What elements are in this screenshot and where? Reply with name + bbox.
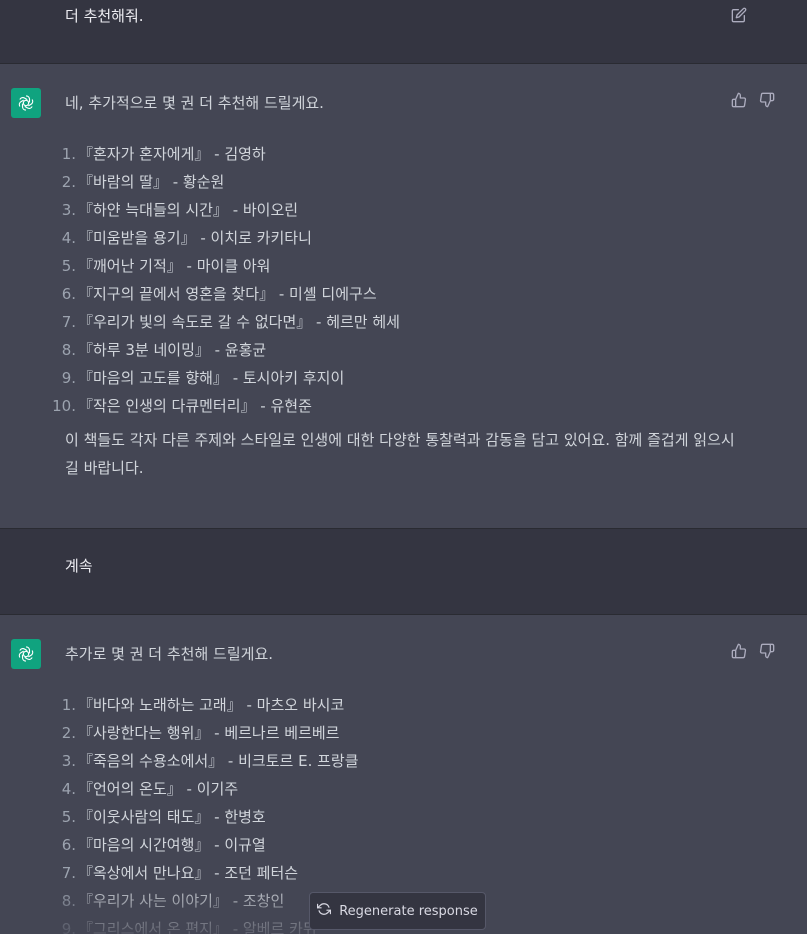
list-item: 2. 『바람의 딸』 - 황순원	[61, 173, 225, 191]
regenerate-label: Regenerate response	[339, 903, 478, 919]
user-message: 계속	[0, 528, 807, 615]
list-item: 6. 『지구의 끝에서 영혼을 찾다』 - 미셸 디에구스	[61, 285, 377, 303]
list-item: 10. 『작은 인생의 다큐멘터리』 - 유현준	[52, 397, 312, 415]
user-message: 더 추천해줘.	[0, 0, 807, 64]
assistant-intro-text: 추가로 몇 권 더 추천해 드릴게요.	[65, 645, 274, 663]
thumbs-up-icon[interactable]	[731, 643, 747, 659]
book-list: 1. 『혼자가 혼자에게』 - 김영하 2. 『바람의 딸』 - 황순원 3. 『하얀…	[52, 140, 400, 420]
assistant-message: 추가로 몇 권 더 추천해 드릴게요. 1. 『바다와 노래하는 고래』 - 마츠…	[0, 615, 807, 934]
list-item: 4. 『미움받을 용기』 - 이치로 카키타니	[61, 229, 312, 247]
list-item: 2. 『사랑한다는 행위』 - 베르나르 베르베르	[61, 724, 340, 742]
thumbs-down-icon[interactable]	[759, 643, 775, 659]
chat-thread: 더 추천해줘. 네, 추가적으로 몇 권 더 추천해 드릴게요. 1. 『혼자가…	[0, 0, 807, 934]
edit-icon[interactable]	[731, 7, 747, 23]
assistant-intro-text: 네, 추가적으로 몇 권 더 추천해 드릴게요.	[65, 94, 324, 112]
regenerate-response-button[interactable]: Regenerate response	[309, 892, 486, 930]
list-item: 7. 『옥상에서 만나요』 - 조던 페터슨	[61, 864, 299, 882]
user-message-text: 더 추천해줘.	[65, 7, 144, 25]
openai-logo-icon	[11, 639, 41, 669]
list-item: 7. 『우리가 빛의 속도로 갈 수 없다면』 - 헤르만 헤세	[61, 313, 400, 331]
thumbs-down-icon[interactable]	[759, 92, 775, 108]
feedback-buttons	[731, 643, 775, 659]
assistant-message: 네, 추가적으로 몇 권 더 추천해 드릴게요. 1. 『혼자가 혼자에게』 - …	[0, 64, 807, 528]
openai-logo-icon	[11, 88, 41, 118]
list-item: 3. 『죽음의 수용소에서』 - 비크토르 E. 프랑클	[61, 752, 359, 770]
list-item: 3. 『하얀 늑대들의 시간』 - 바이오린	[61, 201, 299, 219]
list-item: 1. 『혼자가 혼자에게』 - 김영하	[61, 145, 266, 163]
list-item: 5. 『이웃사람의 태도』 - 한병호	[61, 808, 266, 826]
user-message-text: 계속	[65, 557, 93, 575]
list-item: 8. 『하루 3분 네이밍』 - 윤홍균	[61, 341, 267, 359]
list-item: 5. 『깨어난 기적』 - 마이클 아워	[61, 257, 271, 275]
assistant-outro-text: 이 책들도 각자 다른 주제와 스타일로 인생에 대한 다양한 통찰력과 감동을…	[65, 431, 735, 477]
refresh-icon	[317, 902, 332, 920]
list-item: 6. 『마음의 시간여행』 - 이규열	[61, 836, 266, 854]
list-item: 1. 『바다와 노래하는 고래』 - 마츠오 바시코	[61, 696, 345, 714]
list-item: 4. 『언어의 온도』 - 이기주	[61, 780, 239, 798]
list-item: 9. 『마음의 고도를 향해』 - 토시아키 후지이	[61, 369, 345, 387]
feedback-buttons	[731, 92, 775, 108]
thumbs-up-icon[interactable]	[731, 92, 747, 108]
